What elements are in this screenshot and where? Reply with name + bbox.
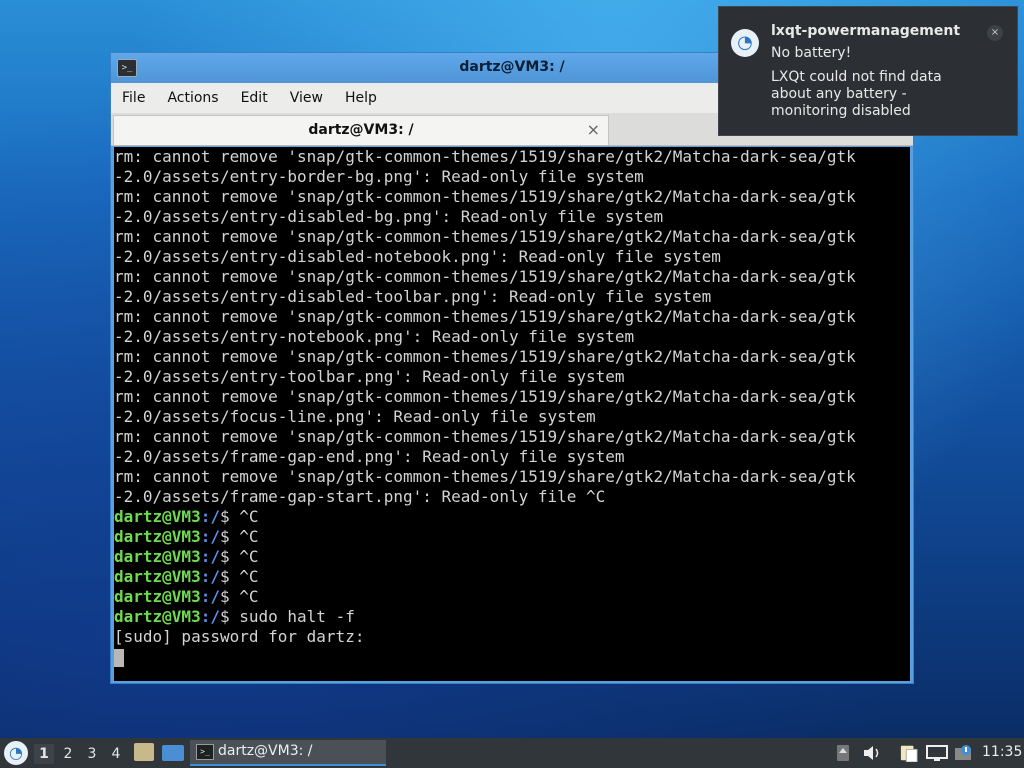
- notification-app-name: lxqt-powermanagement: [771, 23, 961, 39]
- prompt-command: $ ^C: [219, 507, 259, 526]
- prompt-user: dartz@VM3: [114, 607, 201, 626]
- menu-help[interactable]: Help: [334, 90, 388, 106]
- terminal-line: dartz@VM3:/$ ^C: [114, 527, 910, 547]
- taskbar-task-terminal[interactable]: >_ dartz@VM3: /: [190, 740, 386, 766]
- terminal-line: rm: cannot remove 'snap/gtk-common-theme…: [114, 347, 856, 366]
- terminal-window: >_ dartz@VM3: / File Actions Edit View H…: [110, 52, 914, 684]
- file-manager-icon[interactable]: [134, 743, 154, 761]
- prompt-path: :/: [200, 587, 220, 606]
- terminal-line: dartz@VM3:/$ ^C: [114, 507, 910, 527]
- menu-view[interactable]: View: [279, 90, 334, 106]
- prompt-user: dartz@VM3: [114, 567, 201, 586]
- menu-actions[interactable]: Actions: [156, 90, 229, 106]
- terminal-icon: >_: [196, 744, 214, 760]
- workspace-4[interactable]: 4: [106, 744, 126, 764]
- volume-icon[interactable]: [862, 744, 882, 762]
- terminal-line: -2.0/assets/entry-notebook.png': Read-on…: [114, 327, 635, 346]
- terminal-line: -2.0/assets/entry-border-bg.png': Read-o…: [114, 167, 644, 186]
- terminal-line: -2.0/assets/frame-gap-end.png': Read-onl…: [114, 447, 625, 466]
- prompt-command: $ sudo halt -f: [219, 607, 355, 626]
- terminal-line: -2.0/assets/focus-line.png': Read-only f…: [114, 407, 596, 426]
- prompt-path: :/: [200, 507, 220, 526]
- start-menu-icon[interactable]: ◔: [4, 741, 28, 765]
- notification-popup[interactable]: ◔ lxqt-powermanagement × No battery! LXQ…: [718, 6, 1018, 136]
- terminal-line: dartz@VM3:/$ ^C: [114, 547, 910, 567]
- notification-close-icon[interactable]: ×: [987, 25, 1003, 41]
- terminal-cursor-line: [114, 647, 910, 667]
- prompt-user: dartz@VM3: [114, 587, 201, 606]
- tab-close-icon[interactable]: ×: [587, 120, 600, 139]
- clock[interactable]: 11:35: [982, 744, 1022, 760]
- lxqt-logo-icon: ◔: [731, 29, 759, 57]
- text-cursor: [114, 648, 124, 667]
- terminal-line: rm: cannot remove 'snap/gtk-common-theme…: [114, 427, 856, 446]
- menu-edit[interactable]: Edit: [230, 90, 279, 106]
- terminal-line: rm: cannot remove 'snap/gtk-common-theme…: [114, 187, 856, 206]
- terminal-line: rm: cannot remove 'snap/gtk-common-theme…: [114, 147, 856, 166]
- terminal-line: dartz@VM3:/$ ^C: [114, 587, 910, 607]
- terminal-line: -2.0/assets/frame-gap-start.png': Read-o…: [114, 487, 606, 506]
- prompt-command: $ ^C: [219, 527, 259, 546]
- terminal-line: -2.0/assets/entry-disabled-toolbar.png':…: [114, 287, 712, 306]
- tab-terminal[interactable]: dartz@VM3: / ×: [113, 115, 609, 145]
- update-notifier-icon[interactable]: [954, 744, 974, 762]
- prompt-path: :/: [200, 547, 220, 566]
- notification-summary: No battery!: [771, 45, 852, 61]
- network-icon[interactable]: [926, 744, 948, 762]
- tab-label: dartz@VM3: /: [308, 122, 414, 138]
- terminal-line: rm: cannot remove 'snap/gtk-common-theme…: [114, 467, 856, 486]
- prompt-command: $ ^C: [219, 587, 259, 606]
- workspace-3[interactable]: 3: [82, 744, 102, 764]
- task-label: dartz@VM3: /: [218, 743, 313, 759]
- workspace-2[interactable]: 2: [58, 744, 78, 764]
- prompt-command: $ ^C: [219, 547, 259, 566]
- taskbar: ◔ 1 2 3 4 >_ dartz@VM3: / 11:35: [0, 738, 1024, 768]
- workspace-1[interactable]: 1: [34, 744, 54, 764]
- terminal-line: -2.0/assets/entry-toolbar.png': Read-onl…: [114, 367, 625, 386]
- prompt-path: :/: [200, 527, 220, 546]
- terminal-line: rm: cannot remove 'snap/gtk-common-theme…: [114, 227, 856, 246]
- clipboard-icon[interactable]: [898, 744, 920, 762]
- prompt-path: :/: [200, 607, 220, 626]
- prompt-user: dartz@VM3: [114, 547, 201, 566]
- menu-file[interactable]: File: [111, 90, 156, 106]
- terminal-line: rm: cannot remove 'snap/gtk-common-theme…: [114, 307, 856, 326]
- notification-body: LXQt could not find data about any batte…: [771, 69, 942, 119]
- terminal-line: -2.0/assets/entry-disabled-notebook.png'…: [114, 247, 721, 266]
- show-desktop-icon[interactable]: [162, 745, 184, 761]
- prompt-user: dartz@VM3: [114, 507, 201, 526]
- terminal-line: dartz@VM3:/$ ^C: [114, 567, 910, 587]
- prompt-user: dartz@VM3: [114, 527, 201, 546]
- upload-icon[interactable]: [836, 744, 850, 762]
- terminal-line: [sudo] password for dartz:: [114, 627, 365, 646]
- terminal-line: rm: cannot remove 'snap/gtk-common-theme…: [114, 267, 856, 286]
- terminal-output[interactable]: rm: cannot remove 'snap/gtk-common-theme…: [114, 147, 910, 681]
- terminal-line: rm: cannot remove 'snap/gtk-common-theme…: [114, 387, 856, 406]
- prompt-path: :/: [200, 567, 220, 586]
- terminal-line: dartz@VM3:/$ sudo halt -f: [114, 607, 910, 627]
- prompt-command: $ ^C: [219, 567, 259, 586]
- terminal-line: -2.0/assets/entry-disabled-bg.png': Read…: [114, 207, 664, 226]
